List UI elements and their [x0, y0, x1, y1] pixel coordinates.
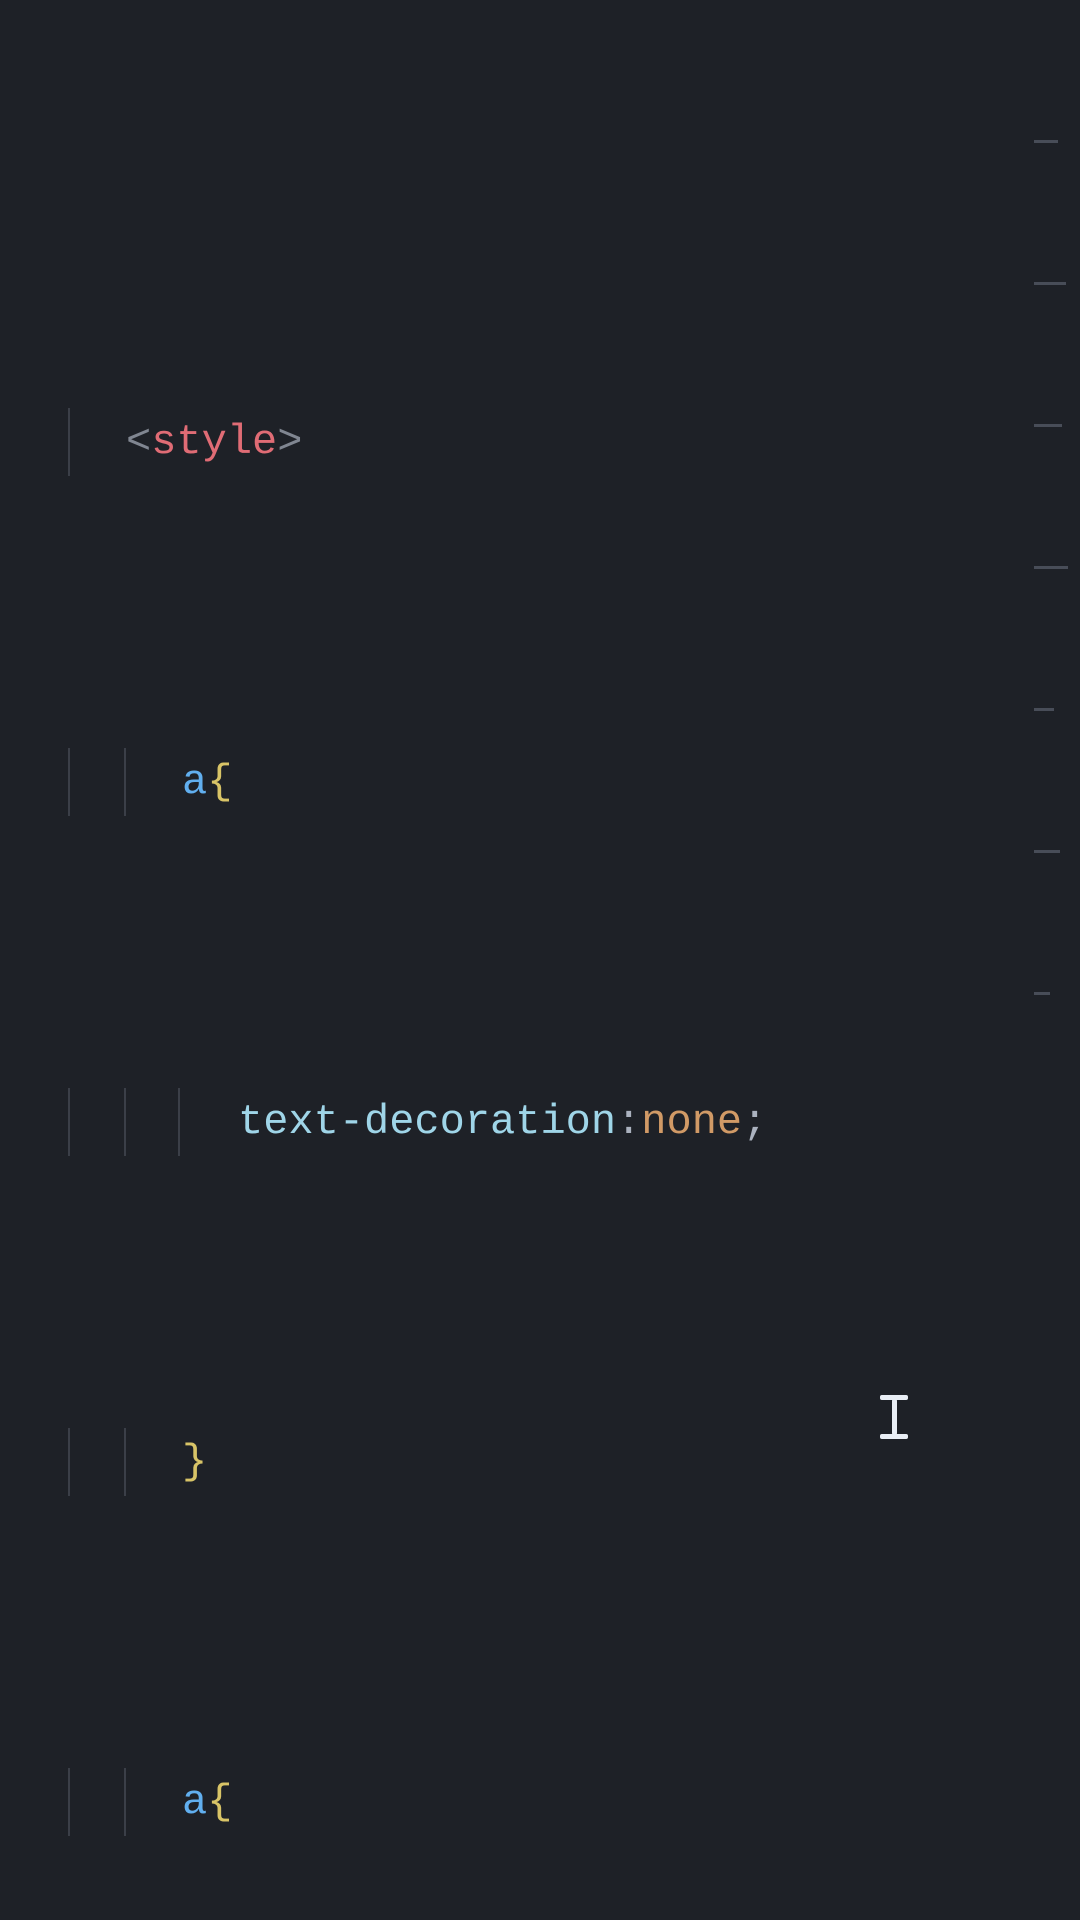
- css-selector: a: [182, 748, 207, 816]
- text-cursor-icon: [880, 1395, 908, 1439]
- angle-bracket: >: [277, 408, 302, 476]
- css-property: text-decoration: [238, 1088, 616, 1156]
- css-selector: a: [182, 1768, 207, 1836]
- brace-open: {: [207, 748, 232, 816]
- semicolon: ;: [742, 1088, 767, 1156]
- minimap[interactable]: [1034, 4, 1074, 54]
- code-line[interactable]: a {: [0, 748, 1080, 816]
- code-line[interactable]: a {: [0, 1768, 1080, 1836]
- colon: :: [616, 1088, 641, 1156]
- code-line[interactable]: <style>: [0, 408, 1080, 476]
- code-editor[interactable]: <style> a { text-decoration: none; } a {…: [0, 0, 1080, 1920]
- tag-name: style: [151, 408, 277, 476]
- brace-open: {: [207, 1768, 232, 1836]
- angle-bracket: <: [126, 408, 151, 476]
- brace-close: }: [182, 1428, 207, 1496]
- css-value: none: [641, 1088, 742, 1156]
- code-line[interactable]: text-decoration: none;: [0, 1088, 1080, 1156]
